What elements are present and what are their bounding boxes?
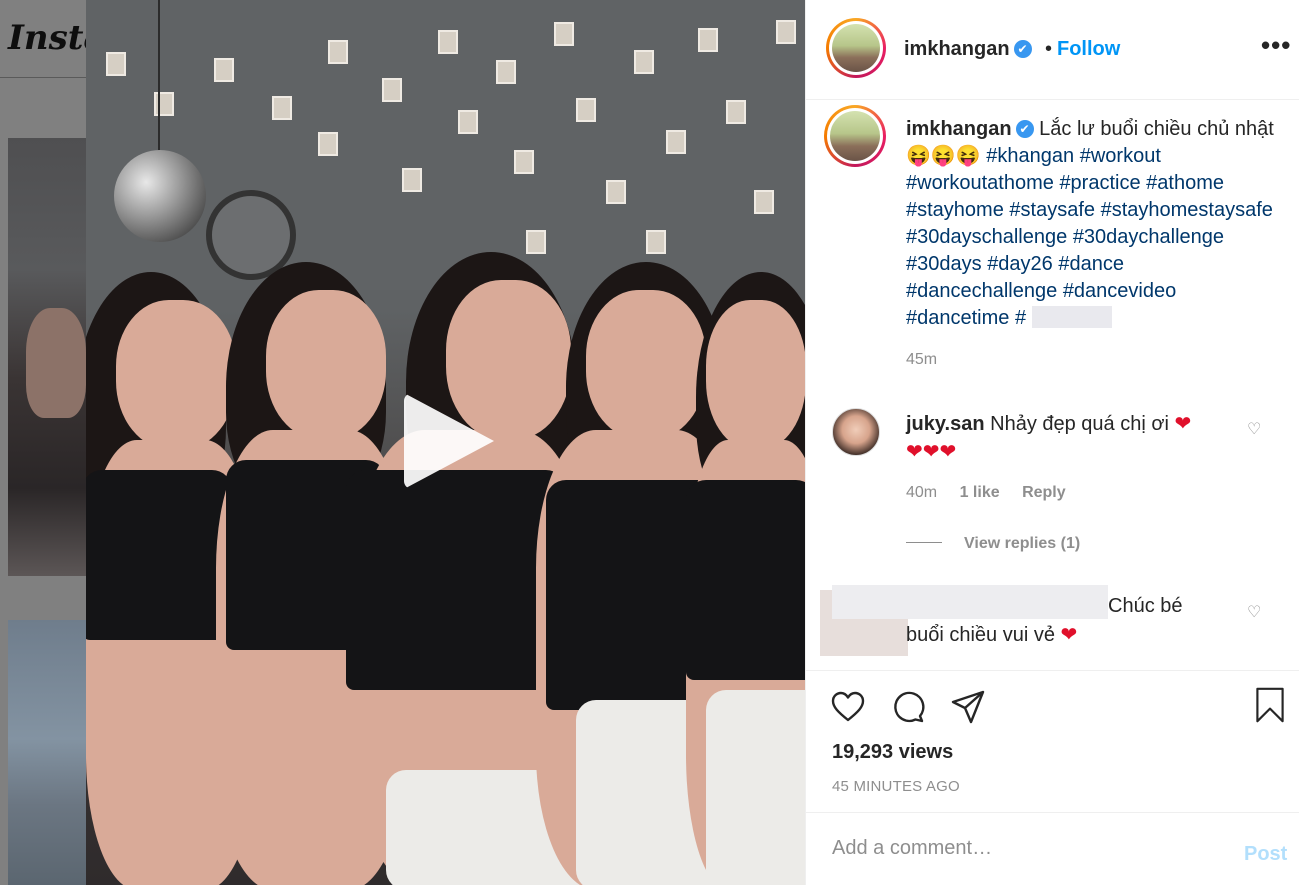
partial-hashtag[interactable]: # [1015, 307, 1026, 329]
view-replies-button[interactable]: View replies (1) [906, 535, 1080, 553]
wall-photo [754, 190, 774, 214]
view-count[interactable]: 19,293 views [832, 741, 953, 764]
post-detail-panel: imkhangan ✔ • Follow ••• imkhangan ✔ Lắc l… [805, 0, 1299, 885]
heart-emoji: ❤❤❤ [906, 439, 957, 463]
header-avatar[interactable] [826, 18, 886, 78]
wall-photo [726, 100, 746, 124]
background-feed: Insta [0, 0, 86, 885]
commenter-username[interactable]: juky.san [906, 413, 985, 435]
save-bookmark-icon[interactable] [1252, 687, 1288, 723]
wall-photo [438, 30, 458, 54]
wall-photo [272, 96, 292, 120]
play-icon[interactable] [404, 393, 494, 489]
caption-text: Lắc lư buổi chiều chủ nhật [1039, 118, 1274, 140]
comment-icon[interactable] [890, 689, 926, 725]
hashtag[interactable]: #khangan [986, 145, 1074, 167]
comment-body: Nhảy đẹp quá chị ơi [990, 413, 1169, 435]
wall-photo [576, 98, 596, 122]
caption-avatar[interactable] [824, 105, 886, 167]
verified-icon: ✔ [1015, 120, 1034, 138]
post-timestamp[interactable]: 45 MINUTES AGO [832, 778, 960, 795]
header-username[interactable]: imkhangan ✔ [904, 38, 1032, 61]
more-options-icon[interactable]: ••• [1261, 30, 1291, 61]
instagram-logo: Insta [8, 18, 86, 58]
like-icon[interactable] [830, 689, 866, 725]
share-icon[interactable] [950, 689, 986, 725]
caption: imkhangan ✔ Lắc lư buổi chiều chủ nhật 😝😝😝… [906, 116, 1276, 332]
reply-button[interactable]: Reply [1022, 484, 1066, 501]
thumbnail-figure [26, 308, 86, 418]
wall-photo [382, 78, 402, 102]
post-button[interactable]: Post [1244, 843, 1287, 866]
wall-photo [666, 130, 686, 154]
comment-body-line2: buổi chiều vui vẻ ❤ [906, 622, 1077, 647]
post-header: imkhangan ✔ • Follow ••• [806, 0, 1299, 100]
comment-text: juky.san Nhảy đẹp quá chị ơi ❤ ❤❤❤ [906, 410, 1236, 466]
hashtag[interactable]: #30daychallenge [1073, 226, 1224, 248]
comment-form: Post [806, 812, 1299, 885]
caption-emojis: 😝😝😝 [906, 145, 981, 167]
wall-photo [402, 168, 422, 192]
hashtag[interactable]: #workoutathome [906, 172, 1054, 194]
hashtag[interactable]: #stayhomestaysafe [1101, 199, 1273, 221]
wall-photo [634, 50, 654, 74]
wall-photo [214, 58, 234, 82]
hashtag[interactable]: #workout [1080, 145, 1161, 167]
hashtag[interactable]: #staysafe [1009, 199, 1095, 221]
post-video[interactable] [86, 0, 805, 885]
comment-likes[interactable]: 1 like [960, 484, 1000, 501]
hashtag[interactable]: #dancechallenge [906, 280, 1057, 302]
wall-photo [646, 230, 666, 254]
wall-photo [776, 20, 796, 44]
wall-photo [106, 52, 126, 76]
hashtag[interactable]: #stayhome [906, 199, 1004, 221]
view-replies-label[interactable]: View replies (1) [964, 535, 1080, 552]
hashtag[interactable]: #athome [1146, 172, 1224, 194]
header-divider [0, 77, 86, 78]
comment-body-continued: buổi chiều vui vẻ [906, 624, 1055, 646]
redacted-username [832, 585, 1108, 619]
wall-photo [496, 60, 516, 84]
lamp-cord [158, 0, 160, 150]
comment-like-icon[interactable]: ♡ [1247, 421, 1263, 437]
video-background-wall [86, 0, 805, 290]
caption-username[interactable]: imkhangan [906, 118, 1012, 140]
hashtag[interactable]: #dancevideo [1063, 280, 1176, 302]
hashtag[interactable]: #dance [1058, 253, 1124, 275]
wall-photo [328, 40, 348, 64]
comment-timestamp[interactable]: 40m [906, 484, 937, 501]
hashtag[interactable]: #dancetime [906, 307, 1009, 329]
caption-timestamp[interactable]: 45m [906, 351, 937, 369]
wall-photo [526, 230, 546, 254]
hashtag[interactable]: #30dayschallenge [906, 226, 1067, 248]
commenter-avatar[interactable] [832, 408, 880, 456]
action-bar: 19,293 views 45 MINUTES AGO [806, 670, 1299, 812]
wall-photo [458, 110, 478, 134]
comment-body: Chúc bé [1108, 595, 1183, 617]
follow-button[interactable]: Follow [1057, 38, 1120, 61]
wall-photo [154, 92, 174, 116]
replies-line [906, 542, 942, 543]
feed-thumbnail[interactable] [8, 138, 86, 576]
feed-thumbnail[interactable] [8, 620, 86, 885]
hashtag[interactable]: #day26 [987, 253, 1053, 275]
comment-like-icon[interactable]: ♡ [1247, 604, 1263, 620]
hashtag[interactable]: #30days [906, 253, 982, 275]
separator-dot: • [1045, 38, 1053, 60]
wall-photo [698, 28, 718, 52]
comment-meta: 40m 1 like Reply [906, 484, 1066, 502]
heart-emoji: ❤ [1174, 411, 1192, 435]
disco-ball-lamp [114, 150, 206, 242]
heart-emoji: ❤ [1060, 622, 1078, 646]
wall-photo [318, 132, 338, 156]
wall-photo [554, 22, 574, 46]
redacted-text [1032, 306, 1113, 328]
comment-input[interactable] [832, 837, 1222, 860]
verified-icon: ✔ [1013, 40, 1032, 58]
wall-photo [514, 150, 534, 174]
wall-photo [606, 180, 626, 204]
hashtag[interactable]: #practice [1059, 172, 1140, 194]
